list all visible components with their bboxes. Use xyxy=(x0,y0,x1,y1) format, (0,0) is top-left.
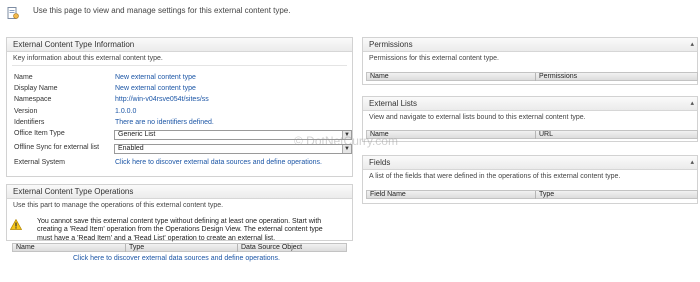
offline-sync-label: Offline Sync for external list xyxy=(14,144,100,151)
collapse-arrow-icon[interactable]: ▴ xyxy=(690,38,694,51)
column-name[interactable]: Name xyxy=(367,73,535,81)
operations-panel-header[interactable]: External Content Type Operations xyxy=(7,185,352,199)
identifiers-label: Identifiers xyxy=(14,119,45,126)
identifiers-value[interactable]: There are no identifiers defined. xyxy=(115,119,214,126)
permissions-panel-header[interactable]: Permissions ▴ xyxy=(363,38,697,52)
operations-panel-title: External Content Type Operations xyxy=(13,187,134,196)
version-label: Version xyxy=(14,108,38,115)
warning-icon xyxy=(10,219,22,230)
discover-data-sources-link[interactable]: Click here to discover external data sou… xyxy=(73,255,280,262)
namespace-label: Namespace xyxy=(14,96,52,103)
column-field-name[interactable]: Field Name xyxy=(367,191,535,199)
column-type[interactable]: Type xyxy=(125,244,237,252)
name-label: Name xyxy=(14,74,33,81)
external-lists-panel-header[interactable]: External Lists ▴ xyxy=(363,97,697,111)
column-permissions[interactable]: Permissions xyxy=(535,73,699,81)
info-panel: External Content Type Information Key in… xyxy=(6,37,353,177)
permissions-grid-header: Name Permissions xyxy=(366,72,698,81)
external-lists-grid-header: Name URL xyxy=(366,130,698,139)
permissions-panel-description: Permissions for this external content ty… xyxy=(369,55,499,62)
namespace-value[interactable]: http://win-v04rsve054t/sites/ss xyxy=(115,96,209,103)
office-item-type-value: Generic List xyxy=(118,131,156,138)
office-item-type-label: Office Item Type xyxy=(14,130,65,137)
operations-grid-header: Name Type Data Source Object xyxy=(12,243,347,252)
page-intro: Use this page to view and manage setting… xyxy=(33,6,291,15)
external-lists-panel-description: View and navigate to external lists boun… xyxy=(369,114,586,121)
display-name-label: Display Name xyxy=(14,85,58,92)
watermark-text: © DotNetCurry.com xyxy=(294,134,398,148)
divider xyxy=(12,65,347,66)
collapse-arrow-icon[interactable]: ▴ xyxy=(690,156,694,169)
column-name[interactable]: Name xyxy=(13,244,125,252)
name-value[interactable]: New external content type xyxy=(115,74,196,81)
fields-grid-header: Field Name Type xyxy=(366,190,698,199)
operations-warning: You cannot save this external content ty… xyxy=(37,218,323,242)
external-system-link[interactable]: Click here to discover external data sou… xyxy=(115,159,322,166)
permissions-panel-title: Permissions xyxy=(369,40,413,49)
info-panel-description: Key information about this external cont… xyxy=(13,55,163,62)
display-name-value[interactable]: New external content type xyxy=(115,85,196,92)
external-lists-panel-title: External Lists xyxy=(369,99,418,108)
fields-panel-description: A list of the fields that were defined i… xyxy=(369,173,621,180)
collapse-arrow-icon[interactable]: ▴ xyxy=(690,97,694,110)
fields-panel-header[interactable]: Fields ▴ xyxy=(363,156,697,170)
column-url[interactable]: URL xyxy=(535,131,699,139)
column-data-source-object[interactable]: Data Source Object xyxy=(237,244,348,252)
info-panel-title: External Content Type Information xyxy=(13,40,135,49)
column-type[interactable]: Type xyxy=(535,191,699,199)
operations-panel-description: Use this part to manage the operations o… xyxy=(13,202,224,209)
offline-sync-value: Enabled xyxy=(118,145,144,152)
external-system-label: External System xyxy=(14,159,65,166)
info-panel-header[interactable]: External Content Type Information xyxy=(7,38,352,52)
version-value[interactable]: 1.0.0.0 xyxy=(115,108,136,115)
document-settings-icon xyxy=(7,7,19,19)
fields-panel-title: Fields xyxy=(369,158,391,167)
